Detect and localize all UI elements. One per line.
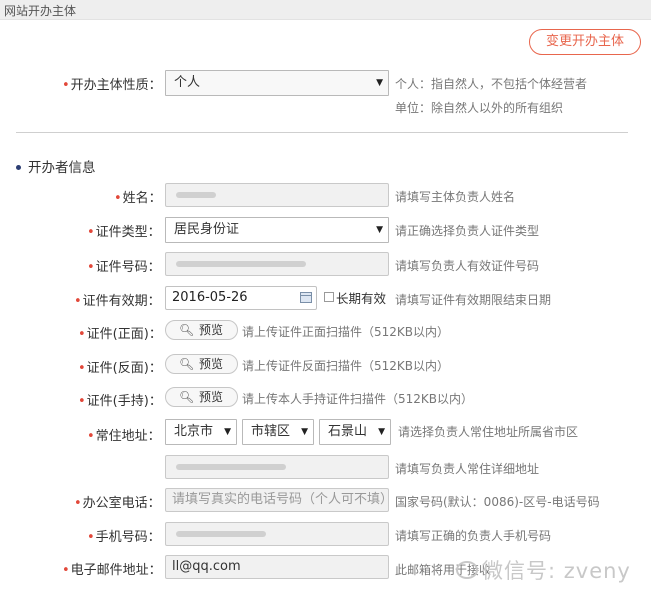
district-select[interactable]: 市辖区 ▼ xyxy=(242,419,314,445)
nature-select[interactable]: 个人 ▼ xyxy=(165,70,389,96)
magnifier-icon: 🔍︎ xyxy=(179,390,195,404)
id-front-preview-button[interactable]: 🔍︎ 预览 xyxy=(165,320,238,340)
office-phone-label: •办公室电话： xyxy=(74,496,161,511)
redacted-value xyxy=(176,260,306,267)
province-select[interactable]: 北京市 ▼ xyxy=(165,419,237,445)
county-select[interactable]: 石景山 ▼ xyxy=(319,419,391,445)
id-handheld-preview-button[interactable]: 🔍︎ 预览 xyxy=(165,387,238,407)
redacted-value xyxy=(176,530,266,537)
id-back-preview-button[interactable]: 🔍︎ 预览 xyxy=(165,354,238,374)
chevron-down-icon: ▼ xyxy=(376,225,383,235)
id-front-label: •证件(正面)： xyxy=(78,327,162,342)
id-handheld-label: •证件(手持)： xyxy=(78,394,162,409)
wechat-icon xyxy=(456,561,478,579)
id-number-input[interactable] xyxy=(165,252,389,276)
id-validity-label: •证件有效期： xyxy=(74,294,161,309)
bullet-dot-icon xyxy=(16,164,21,170)
id-type-select[interactable]: 居民身份证 ▼ xyxy=(165,217,389,243)
address-detail-hint: 请填写负责人常住详细地址 xyxy=(395,462,540,476)
id-validity-hint: 请填写证件有效期限结束日期 xyxy=(395,293,552,307)
mobile-input[interactable] xyxy=(165,522,389,546)
chevron-down-icon: ▼ xyxy=(301,427,308,437)
nature-hint-2: 单位：除自然人以外的所有组织 xyxy=(395,101,564,115)
address-label: •常住地址： xyxy=(87,429,161,444)
long-term-checkbox[interactable] xyxy=(324,292,334,302)
id-back-hint: 请上传证件反面扫描件（512KB以内） xyxy=(242,359,450,373)
id-validity-value: 2016-05-26 xyxy=(172,290,248,305)
divider xyxy=(16,132,628,133)
mobile-label: •手机号码： xyxy=(87,530,161,545)
magnifier-icon: 🔍︎ xyxy=(179,323,195,337)
name-label: •姓名： xyxy=(114,191,162,206)
chevron-down-icon: ▼ xyxy=(378,427,385,437)
id-type-hint: 请正确选择负责人证件类型 xyxy=(395,224,540,238)
name-hint: 请填写主体负责人姓名 xyxy=(395,190,516,204)
nature-hint-1: 个人：指自然人，不包括个体经营者 xyxy=(395,77,588,91)
chevron-down-icon: ▼ xyxy=(376,78,383,88)
nature-select-value: 个人 xyxy=(174,75,201,90)
id-number-hint: 请填写负责人有效证件号码 xyxy=(395,259,540,273)
chevron-down-icon: ▼ xyxy=(224,427,231,437)
office-phone-hint: 国家号码(默认：0086)-区号-电话号码 xyxy=(395,495,600,509)
watermark: 微信号: zveny xyxy=(456,555,631,585)
magnifier-icon: 🔍︎ xyxy=(179,357,195,371)
email-label: •电子邮件地址： xyxy=(62,563,162,578)
id-type-value: 居民身份证 xyxy=(174,222,240,237)
id-type-label: •证件类型： xyxy=(87,225,161,240)
mobile-hint: 请填写正确的负责人手机号码 xyxy=(395,529,552,543)
id-handheld-hint: 请上传本人手持证件扫描件（512KB以内） xyxy=(242,392,474,406)
nature-label: •开办主体性质： xyxy=(62,78,162,93)
name-input[interactable] xyxy=(165,183,389,207)
id-validity-input[interactable]: 2016-05-26 xyxy=(165,286,317,310)
address-detail-input[interactable] xyxy=(165,455,389,479)
email-input[interactable]: ll@qq.com xyxy=(165,555,389,579)
change-owner-button[interactable]: 变更开办主体 xyxy=(529,29,641,55)
section-header-title: 网站开办主体 xyxy=(4,4,77,18)
id-back-label: •证件(反面)： xyxy=(78,361,162,376)
redacted-value xyxy=(176,191,216,198)
redacted-value xyxy=(176,463,286,470)
section-header: 网站开办主体 xyxy=(0,0,651,20)
id-front-hint: 请上传证件正面扫描件（512KB以内） xyxy=(242,325,450,339)
section-title: 开办者信息 xyxy=(16,156,96,176)
id-number-label: •证件号码： xyxy=(87,260,161,275)
office-phone-input[interactable]: 请填写真实的电话号码（个人可不填） xyxy=(165,488,389,512)
long-term-label: 长期有效 xyxy=(336,291,387,306)
address-region-hint: 请选择负责人常住地址所属省市区 xyxy=(398,425,579,439)
calendar-icon[interactable] xyxy=(300,292,312,303)
